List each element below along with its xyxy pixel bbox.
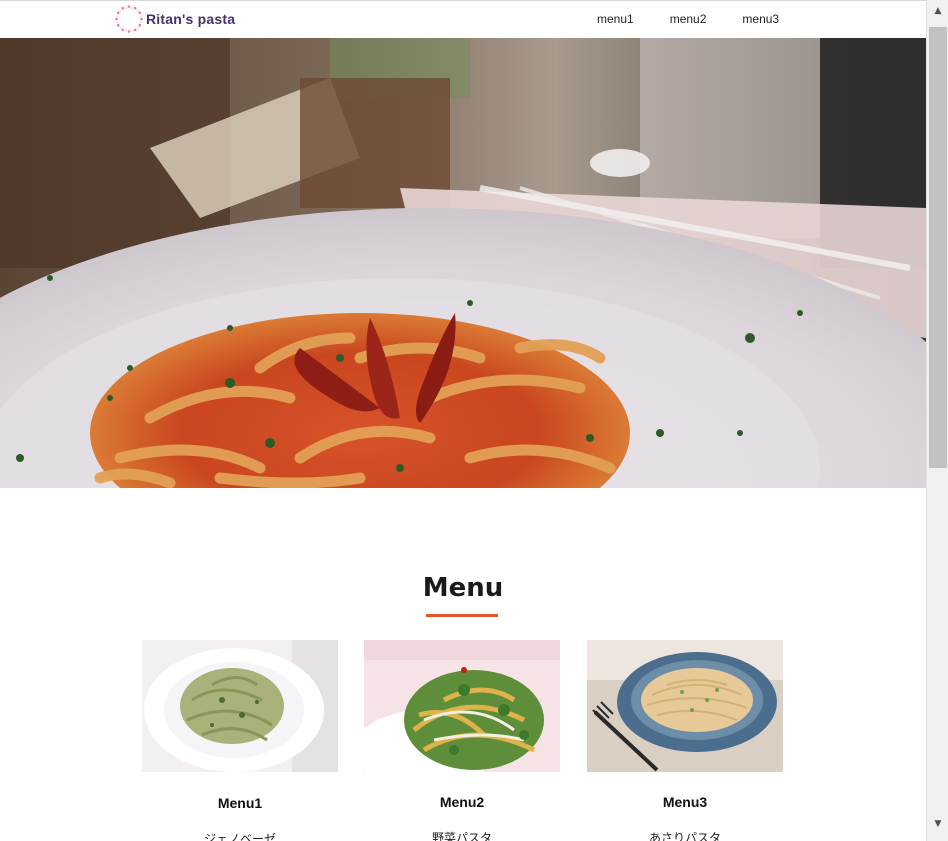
menu-card-3-title: Menu3	[662, 794, 708, 810]
vertical-scrollbar[interactable]: ▲ ▼	[926, 0, 948, 841]
dotted-circle-logo-icon	[114, 4, 144, 34]
menu-card-3-image	[587, 640, 783, 772]
hero-image	[0, 38, 926, 488]
nav-link-menu1[interactable]: menu1	[597, 12, 634, 26]
scrollbar-thumb[interactable]	[929, 27, 947, 468]
nav-link-menu2[interactable]: menu2	[670, 12, 707, 26]
menu-card-2-description: 野菜パスタ	[431, 831, 492, 841]
heading-underline	[426, 614, 498, 617]
site-logo[interactable]: Ritan's pasta	[114, 3, 235, 35]
triangle-up-icon[interactable]: ▲	[927, 0, 948, 22]
menu-card-1-description: ジェノベーゼ	[203, 832, 276, 841]
triangle-down-icon[interactable]: ▼	[927, 813, 948, 835]
menu-card-2-image	[364, 640, 560, 772]
menu-heading: Menu	[422, 573, 504, 603]
main-nav: menu1 menu2 menu3	[597, 12, 815, 26]
nav-link-menu3[interactable]: menu3	[742, 12, 779, 26]
site-header: Ritan's pasta menu1 menu2 menu3	[0, 1, 926, 38]
menu-card-1-title: Menu1	[217, 795, 263, 811]
menu-card-1[interactable]: Menu1 ジェノベーゼ	[142, 640, 338, 841]
logo-text: Ritan's pasta	[146, 11, 236, 27]
menu-card-3-description: あさりパスタ	[648, 831, 721, 841]
page-viewport: Ritan's pasta menu1 menu2 menu3 Menu Men…	[0, 0, 926, 841]
menu-card-2-title: Menu2	[439, 794, 485, 810]
menu-card-1-image	[142, 640, 338, 772]
menu-card-2[interactable]: Menu2 野菜パスタ	[364, 640, 560, 841]
menu-card-3[interactable]: Menu3 あさりパスタ	[587, 640, 783, 841]
